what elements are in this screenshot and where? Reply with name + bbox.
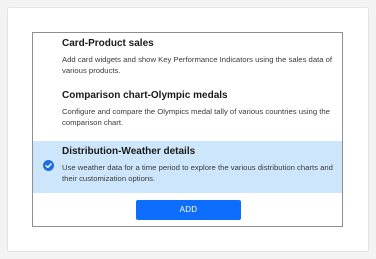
add-button[interactable]: ADD xyxy=(136,200,241,220)
option-title: Card-Product sales xyxy=(62,38,154,49)
page: Card-Product sales Add card widgets and … xyxy=(0,0,376,259)
option-description: Use weather data for a time period to ex… xyxy=(62,163,333,183)
option-description: Add card widgets and show Key Performanc… xyxy=(62,55,333,75)
check-circle-icon xyxy=(43,160,54,171)
option-description: Configure and compare the Olympics medal… xyxy=(62,107,330,127)
option-card-product-sales[interactable]: Card-Product sales Add card widgets and … xyxy=(33,38,342,90)
dialog-footer: ADD xyxy=(33,193,342,226)
option-comparison-chart-olympic-medals[interactable]: Comparison chart-Olympic medals Configur… xyxy=(33,90,342,140)
option-title: Comparison chart-Olympic medals xyxy=(62,90,228,101)
option-title: Distribution-Weather details xyxy=(62,146,196,157)
option-distribution-weather-details[interactable]: Distribution-Weather details Use weather… xyxy=(33,141,342,193)
sample-selection-dialog: Card-Product sales Add card widgets and … xyxy=(32,32,343,227)
